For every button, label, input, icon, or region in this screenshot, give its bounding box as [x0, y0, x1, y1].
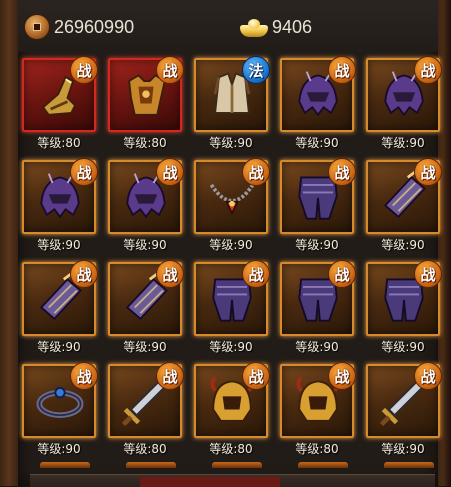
currency-header: 26960990 9406	[18, 0, 438, 52]
bottom-bar	[30, 474, 435, 487]
warrior-class-badge: 战	[70, 158, 98, 186]
gold-currency: 9406	[240, 14, 312, 40]
item-slot[interactable]: 战	[108, 362, 184, 438]
item-level-label: 等级:90	[295, 340, 339, 354]
warrior-class-badge: 战	[414, 56, 442, 84]
warrior-class-badge: 战	[156, 158, 184, 186]
warrior-class-badge: 战	[70, 56, 98, 84]
warrior-class-badge: 战	[156, 56, 184, 84]
item-level-label: 等级:90	[209, 238, 253, 252]
item-level-label: 等级:80	[295, 442, 339, 456]
copper-currency: 26960990	[24, 14, 134, 40]
item-level-label: 等级:90	[381, 442, 425, 456]
item-slot[interactable]: 法	[194, 56, 270, 132]
item-level-label: 等级:90	[381, 238, 425, 252]
item-slot[interactable]: 战	[22, 158, 98, 234]
copper-coin-icon	[24, 14, 50, 40]
item-level-label: 等级:90	[37, 340, 81, 354]
item-slot[interactable]: 战	[22, 362, 98, 438]
item-level-label: 等级:80	[209, 442, 253, 456]
item-slot[interactable]: 战	[366, 260, 442, 336]
item-level-label: 等级:90	[381, 136, 425, 150]
copper-amount: 26960990	[54, 16, 135, 37]
item-slot[interactable]: 战	[280, 362, 356, 438]
item-level-label: 等级:90	[37, 238, 81, 252]
item-slot[interactable]: 战	[108, 158, 184, 234]
warrior-class-badge: 战	[328, 260, 356, 288]
item-level-label: 等级:90	[381, 340, 425, 354]
warrior-class-badge: 战	[328, 158, 356, 186]
item-level-label: 等级:90	[295, 136, 339, 150]
item-slot[interactable]: 战	[366, 362, 442, 438]
item-slot[interactable]: 战	[108, 56, 184, 132]
item-level-label: 等级:80	[123, 136, 167, 150]
warrior-class-badge: 战	[414, 362, 442, 390]
item-slot[interactable]: 战	[108, 260, 184, 336]
warrior-class-badge: 战	[328, 362, 356, 390]
item-level-label: 等级:90	[123, 340, 167, 354]
item-slot[interactable]: 战	[366, 56, 442, 132]
next-row-partial	[40, 462, 440, 470]
item-level-label: 等级:80	[123, 442, 167, 456]
item-level-label: 等级:90	[295, 238, 339, 252]
warrior-class-badge: 战	[70, 260, 98, 288]
item-level-label: 等级:80	[37, 136, 81, 150]
item-level-label: 等级:90	[37, 442, 81, 456]
warrior-class-badge: 战	[70, 362, 98, 390]
item-slot[interactable]: 战	[280, 56, 356, 132]
item-slot[interactable]: 战	[280, 158, 356, 234]
item-slot[interactable]: 战	[194, 260, 270, 336]
item-slot[interactable]: 战	[366, 158, 442, 234]
item-slot[interactable]: 战	[194, 158, 270, 234]
warrior-class-badge: 战	[328, 56, 356, 84]
warrior-class-badge: 战	[242, 158, 270, 186]
gold-amount: 9406	[272, 16, 313, 37]
item-slot[interactable]: 战	[280, 260, 356, 336]
warrior-class-badge: 战	[414, 158, 442, 186]
item-slot[interactable]: 战	[22, 56, 98, 132]
item-slot[interactable]: 战	[22, 260, 98, 336]
item-level-label: 等级:90	[123, 238, 167, 252]
item-level-label: 等级:90	[209, 340, 253, 354]
gold-ingot-icon	[240, 16, 268, 38]
mage-class-badge: 法	[242, 56, 270, 84]
warrior-class-badge: 战	[414, 260, 442, 288]
item-level-label: 等级:90	[209, 136, 253, 150]
item-slot[interactable]: 战	[194, 362, 270, 438]
warrior-class-badge: 战	[156, 260, 184, 288]
warrior-class-badge: 战	[242, 260, 270, 288]
warrior-class-badge: 战	[242, 362, 270, 390]
warrior-class-badge: 战	[156, 362, 184, 390]
